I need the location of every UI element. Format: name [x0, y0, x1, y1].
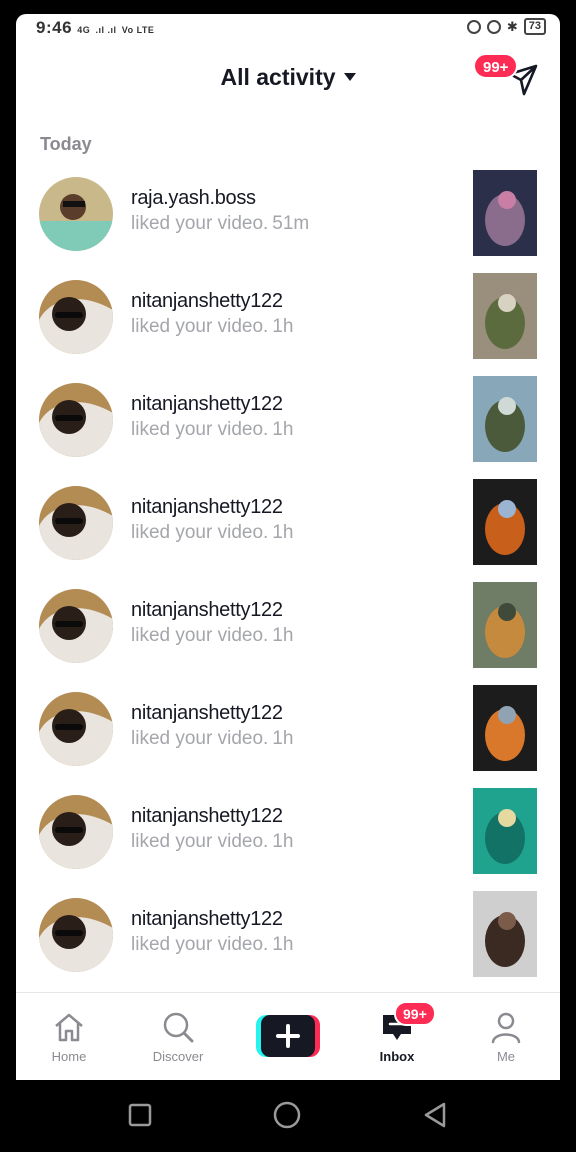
- username[interactable]: nitanjanshetty122: [131, 496, 283, 519]
- activity-screen: All activity 99+ Today raja.yash.boss lik…: [16, 42, 560, 1080]
- notification-text: liked your video. 1h: [131, 316, 293, 338]
- tab-home[interactable]: Home: [24, 993, 114, 1080]
- timestamp: 1h: [272, 419, 294, 440]
- username[interactable]: nitanjanshetty122: [131, 805, 283, 828]
- section-heading-today: Today: [40, 134, 92, 154]
- username[interactable]: nitanjanshetty122: [131, 702, 283, 725]
- notification-text: liked your video. 1h: [131, 831, 293, 853]
- action-text: liked your video.: [131, 522, 269, 543]
- create-video-button[interactable]: [256, 1015, 320, 1057]
- lock-rotation-icon: [486, 19, 501, 34]
- action-text: liked your video.: [131, 728, 269, 749]
- video-thumbnail[interactable]: [473, 685, 537, 771]
- recents-button[interactable]: [125, 1100, 155, 1130]
- avatar[interactable]: [39, 692, 113, 766]
- status-bar: 9:46 4G .ıl .ıl Vo LTE ✱ 73: [16, 14, 560, 42]
- notification-row[interactable]: nitanjanshetty122 liked your video. 1h: [16, 788, 560, 891]
- action-text: liked your video.: [131, 625, 269, 646]
- tab-me[interactable]: Me: [461, 993, 551, 1080]
- tab-discover-label: Discover: [152, 1049, 204, 1064]
- action-text: liked your video.: [131, 419, 269, 440]
- username[interactable]: nitanjanshetty122: [131, 290, 283, 313]
- action-text: liked your video.: [131, 213, 269, 234]
- notification-row[interactable]: nitanjanshetty122 liked your video. 1h: [16, 479, 560, 582]
- notification-row[interactable]: nitanjanshetty122 liked your video. 1h: [16, 685, 560, 788]
- timestamp: 51m: [272, 213, 310, 234]
- battery-icon: 73: [523, 18, 546, 35]
- timestamp: 1h: [272, 316, 294, 337]
- notification-text: liked your video. 1h: [131, 522, 293, 544]
- video-thumbnail[interactable]: [473, 273, 537, 359]
- username[interactable]: nitanjanshetty122: [131, 908, 283, 931]
- action-text: liked your video.: [131, 934, 269, 955]
- avatar[interactable]: [39, 177, 113, 251]
- chevron-down-icon: [343, 72, 356, 81]
- notification-text: liked your video. 1h: [131, 625, 293, 647]
- page-title: All activity: [220, 64, 336, 90]
- notification-row[interactable]: nitanjanshetty122 liked your video. 1h: [16, 891, 560, 994]
- notification-text: liked your video. 1h: [131, 419, 293, 441]
- notification-row[interactable]: nitanjanshetty122 liked your video. 1h: [16, 273, 560, 376]
- timestamp: 1h: [272, 522, 294, 543]
- username[interactable]: nitanjanshetty122: [131, 393, 283, 416]
- inbox-badge: 99+: [394, 1001, 436, 1026]
- tab-discover[interactable]: Discover: [133, 993, 223, 1080]
- direct-messages-badge: 99+: [473, 53, 519, 79]
- tab-inbox-label: Inbox: [379, 1049, 415, 1064]
- notification-row[interactable]: nitanjanshetty122 liked your video. 1h: [16, 376, 560, 479]
- notification-text: liked your video. 1h: [131, 728, 293, 750]
- search-icon: [163, 1012, 194, 1043]
- notification-row[interactable]: nitanjanshetty122 liked your video. 1h: [16, 582, 560, 685]
- notification-text: liked your video. 1h: [131, 934, 293, 956]
- avatar[interactable]: [39, 383, 113, 457]
- video-thumbnail[interactable]: [473, 170, 537, 256]
- home-icon: [55, 1013, 83, 1042]
- data-saver-icon: [466, 19, 481, 34]
- timestamp: 1h: [272, 934, 294, 955]
- avatar[interactable]: [39, 589, 113, 663]
- video-thumbnail[interactable]: [473, 479, 537, 565]
- action-text: liked your video.: [131, 316, 269, 337]
- avatar[interactable]: [39, 898, 113, 972]
- header: All activity 99+: [16, 42, 560, 118]
- video-thumbnail[interactable]: [473, 788, 537, 874]
- status-icons: ✱ 73: [466, 18, 546, 35]
- notification-text: liked your video. 51m: [131, 213, 309, 235]
- action-text: liked your video.: [131, 831, 269, 852]
- tab-home-label: Home: [51, 1049, 87, 1064]
- video-thumbnail[interactable]: [473, 376, 537, 462]
- timestamp: 1h: [272, 831, 294, 852]
- back-button[interactable]: [420, 1100, 450, 1130]
- bluetooth-icon: ✱: [506, 18, 518, 34]
- avatar[interactable]: [39, 795, 113, 869]
- timestamp: 1h: [272, 728, 294, 749]
- video-thumbnail[interactable]: [473, 891, 537, 977]
- status-time: 9:46 4G .ıl .ıl Vo LTE: [36, 18, 155, 37]
- system-navigation-bar: [0, 1080, 576, 1152]
- avatar[interactable]: [39, 486, 113, 560]
- avatar[interactable]: [39, 280, 113, 354]
- username[interactable]: raja.yash.boss: [131, 187, 256, 210]
- home-nav-button[interactable]: [272, 1100, 302, 1130]
- tab-me-label: Me: [496, 1049, 516, 1064]
- phone-screen: 9:46 4G .ıl .ıl Vo LTE ✱ 73 All activity…: [0, 0, 576, 1152]
- timestamp: 1h: [272, 625, 294, 646]
- video-thumbnail[interactable]: [473, 582, 537, 668]
- bottom-tab-bar: Home Discover Inbox 99+ Me: [16, 992, 560, 1080]
- username[interactable]: nitanjanshetty122: [131, 599, 283, 622]
- notification-row[interactable]: raja.yash.boss liked your video. 51m: [16, 170, 560, 273]
- person-icon: [491, 1012, 521, 1044]
